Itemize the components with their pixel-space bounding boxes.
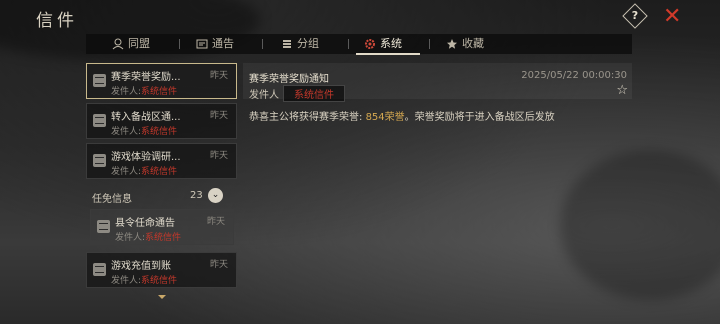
- envelope-icon: [93, 114, 106, 127]
- mail-item[interactable]: 县令任命通告 昨天 发件人:系统信件: [90, 209, 234, 245]
- mail-time: 昨天: [209, 71, 228, 81]
- mail-sender: 发件人:系统信件: [111, 124, 177, 137]
- group-label: 任免信息: [92, 194, 132, 205]
- envelope-icon: [97, 220, 110, 233]
- envelope-icon: [93, 74, 106, 87]
- active-tab-indicator: [356, 53, 420, 55]
- scroll-down-icon[interactable]: [158, 295, 166, 299]
- mail-time: 昨天: [209, 260, 228, 270]
- notice-icon: [196, 39, 208, 49]
- mail-time: 昨天: [209, 151, 228, 161]
- sender-label: 发件人:: [111, 167, 142, 177]
- tab-label: 通告: [212, 37, 234, 50]
- body-text: 。荣誉奖励将于进入备战区后发放: [404, 112, 555, 123]
- tab-label: 系统: [380, 37, 402, 50]
- window-title: 信件: [36, 11, 78, 31]
- mail-sender: 发件人:系统信件: [111, 84, 177, 97]
- detail-body: 恭喜主公将获得赛季荣誉: 854荣誉。荣誉奖励将于进入备战区后发放: [249, 108, 555, 123]
- detail-sender: 发件人 系统信件: [249, 85, 345, 102]
- mail-time: 昨天: [209, 111, 228, 121]
- gear-icon: [365, 39, 375, 49]
- tab-group[interactable]: 分组: [281, 34, 319, 54]
- sender-value: 系统信件: [141, 167, 178, 177]
- tab-bar: 同盟 通告 分组 系统 收藏: [86, 34, 632, 55]
- mail-subject: 县令任命通告: [115, 218, 175, 229]
- close-button[interactable]: ✕: [663, 4, 681, 29]
- sender-label: 发件人:: [111, 87, 142, 97]
- tab-label: 分组: [297, 37, 319, 50]
- sender-value: 系统信件: [145, 233, 182, 243]
- star-outline-icon[interactable]: ☆: [616, 83, 628, 98]
- detail-title: 赛季荣誉奖励通知: [249, 74, 329, 85]
- group-icon: [283, 40, 291, 48]
- body-text: 恭喜主公将获得赛季荣誉:: [249, 112, 366, 123]
- sender-label: 发件人:: [115, 233, 146, 243]
- tab-label: 收藏: [462, 37, 484, 50]
- tab-divider: [348, 39, 349, 49]
- body-highlight: 854荣誉: [365, 112, 405, 123]
- mail-sender: 发件人:系统信件: [111, 273, 177, 286]
- mail-sender: 发件人:系统信件: [115, 230, 181, 243]
- envelope-icon: [93, 263, 106, 276]
- sender-value: 系统信件: [141, 276, 178, 286]
- sender-label: 发件人:: [111, 276, 142, 286]
- sender-value: 系统信件: [141, 127, 178, 137]
- alliance-icon: [112, 38, 124, 50]
- mail-subject: 转入备战区通...: [111, 112, 181, 123]
- detail-header: 赛季荣誉奖励通知 2025/05/22 00:00:30 发件人 系统信件 ☆: [243, 63, 632, 102]
- mail-subject: 赛季荣誉奖励...: [111, 72, 181, 83]
- envelope-icon: [93, 154, 106, 167]
- mail-time: 昨天: [206, 217, 225, 227]
- mail-item[interactable]: 转入备战区通... 昨天 发件人:系统信件: [86, 103, 237, 139]
- sender-value: 系统信件: [141, 87, 178, 97]
- tab-label: 同盟: [128, 37, 150, 50]
- help-icon: ?: [631, 9, 639, 22]
- sender-label: 发件人:: [111, 127, 142, 137]
- mail-subject: 游戏体验调研...: [111, 152, 181, 163]
- mail-item[interactable]: 赛季荣誉奖励... 昨天 发件人:系统信件: [86, 63, 237, 99]
- sender-label: 发件人: [249, 90, 279, 101]
- mail-item[interactable]: 游戏体验调研... 昨天 发件人:系统信件: [86, 143, 237, 179]
- collapse-toggle-icon[interactable]: ⌄: [208, 188, 223, 203]
- mail-item[interactable]: 游戏充值到账 昨天 发件人:系统信件: [86, 252, 237, 288]
- star-icon: [447, 39, 457, 49]
- sender-value: 系统信件: [283, 85, 345, 102]
- mail-sender: 发件人:系统信件: [111, 164, 177, 177]
- tab-alliance[interactable]: 同盟: [112, 34, 150, 54]
- tab-divider: [429, 39, 430, 49]
- mail-subject: 游戏充值到账: [111, 261, 171, 272]
- tab-divider: [179, 39, 180, 49]
- detail-timestamp: 2025/05/22 00:00:30: [521, 70, 627, 81]
- group-count: 23: [190, 190, 203, 201]
- tab-favorites[interactable]: 收藏: [446, 34, 484, 54]
- tab-divider: [262, 39, 263, 49]
- mail-group-header[interactable]: 任免信息 23 ⌄: [86, 185, 237, 207]
- tab-notice[interactable]: 通告: [196, 34, 234, 54]
- help-button[interactable]: ?: [622, 3, 648, 29]
- tab-system[interactable]: 系统: [364, 34, 402, 54]
